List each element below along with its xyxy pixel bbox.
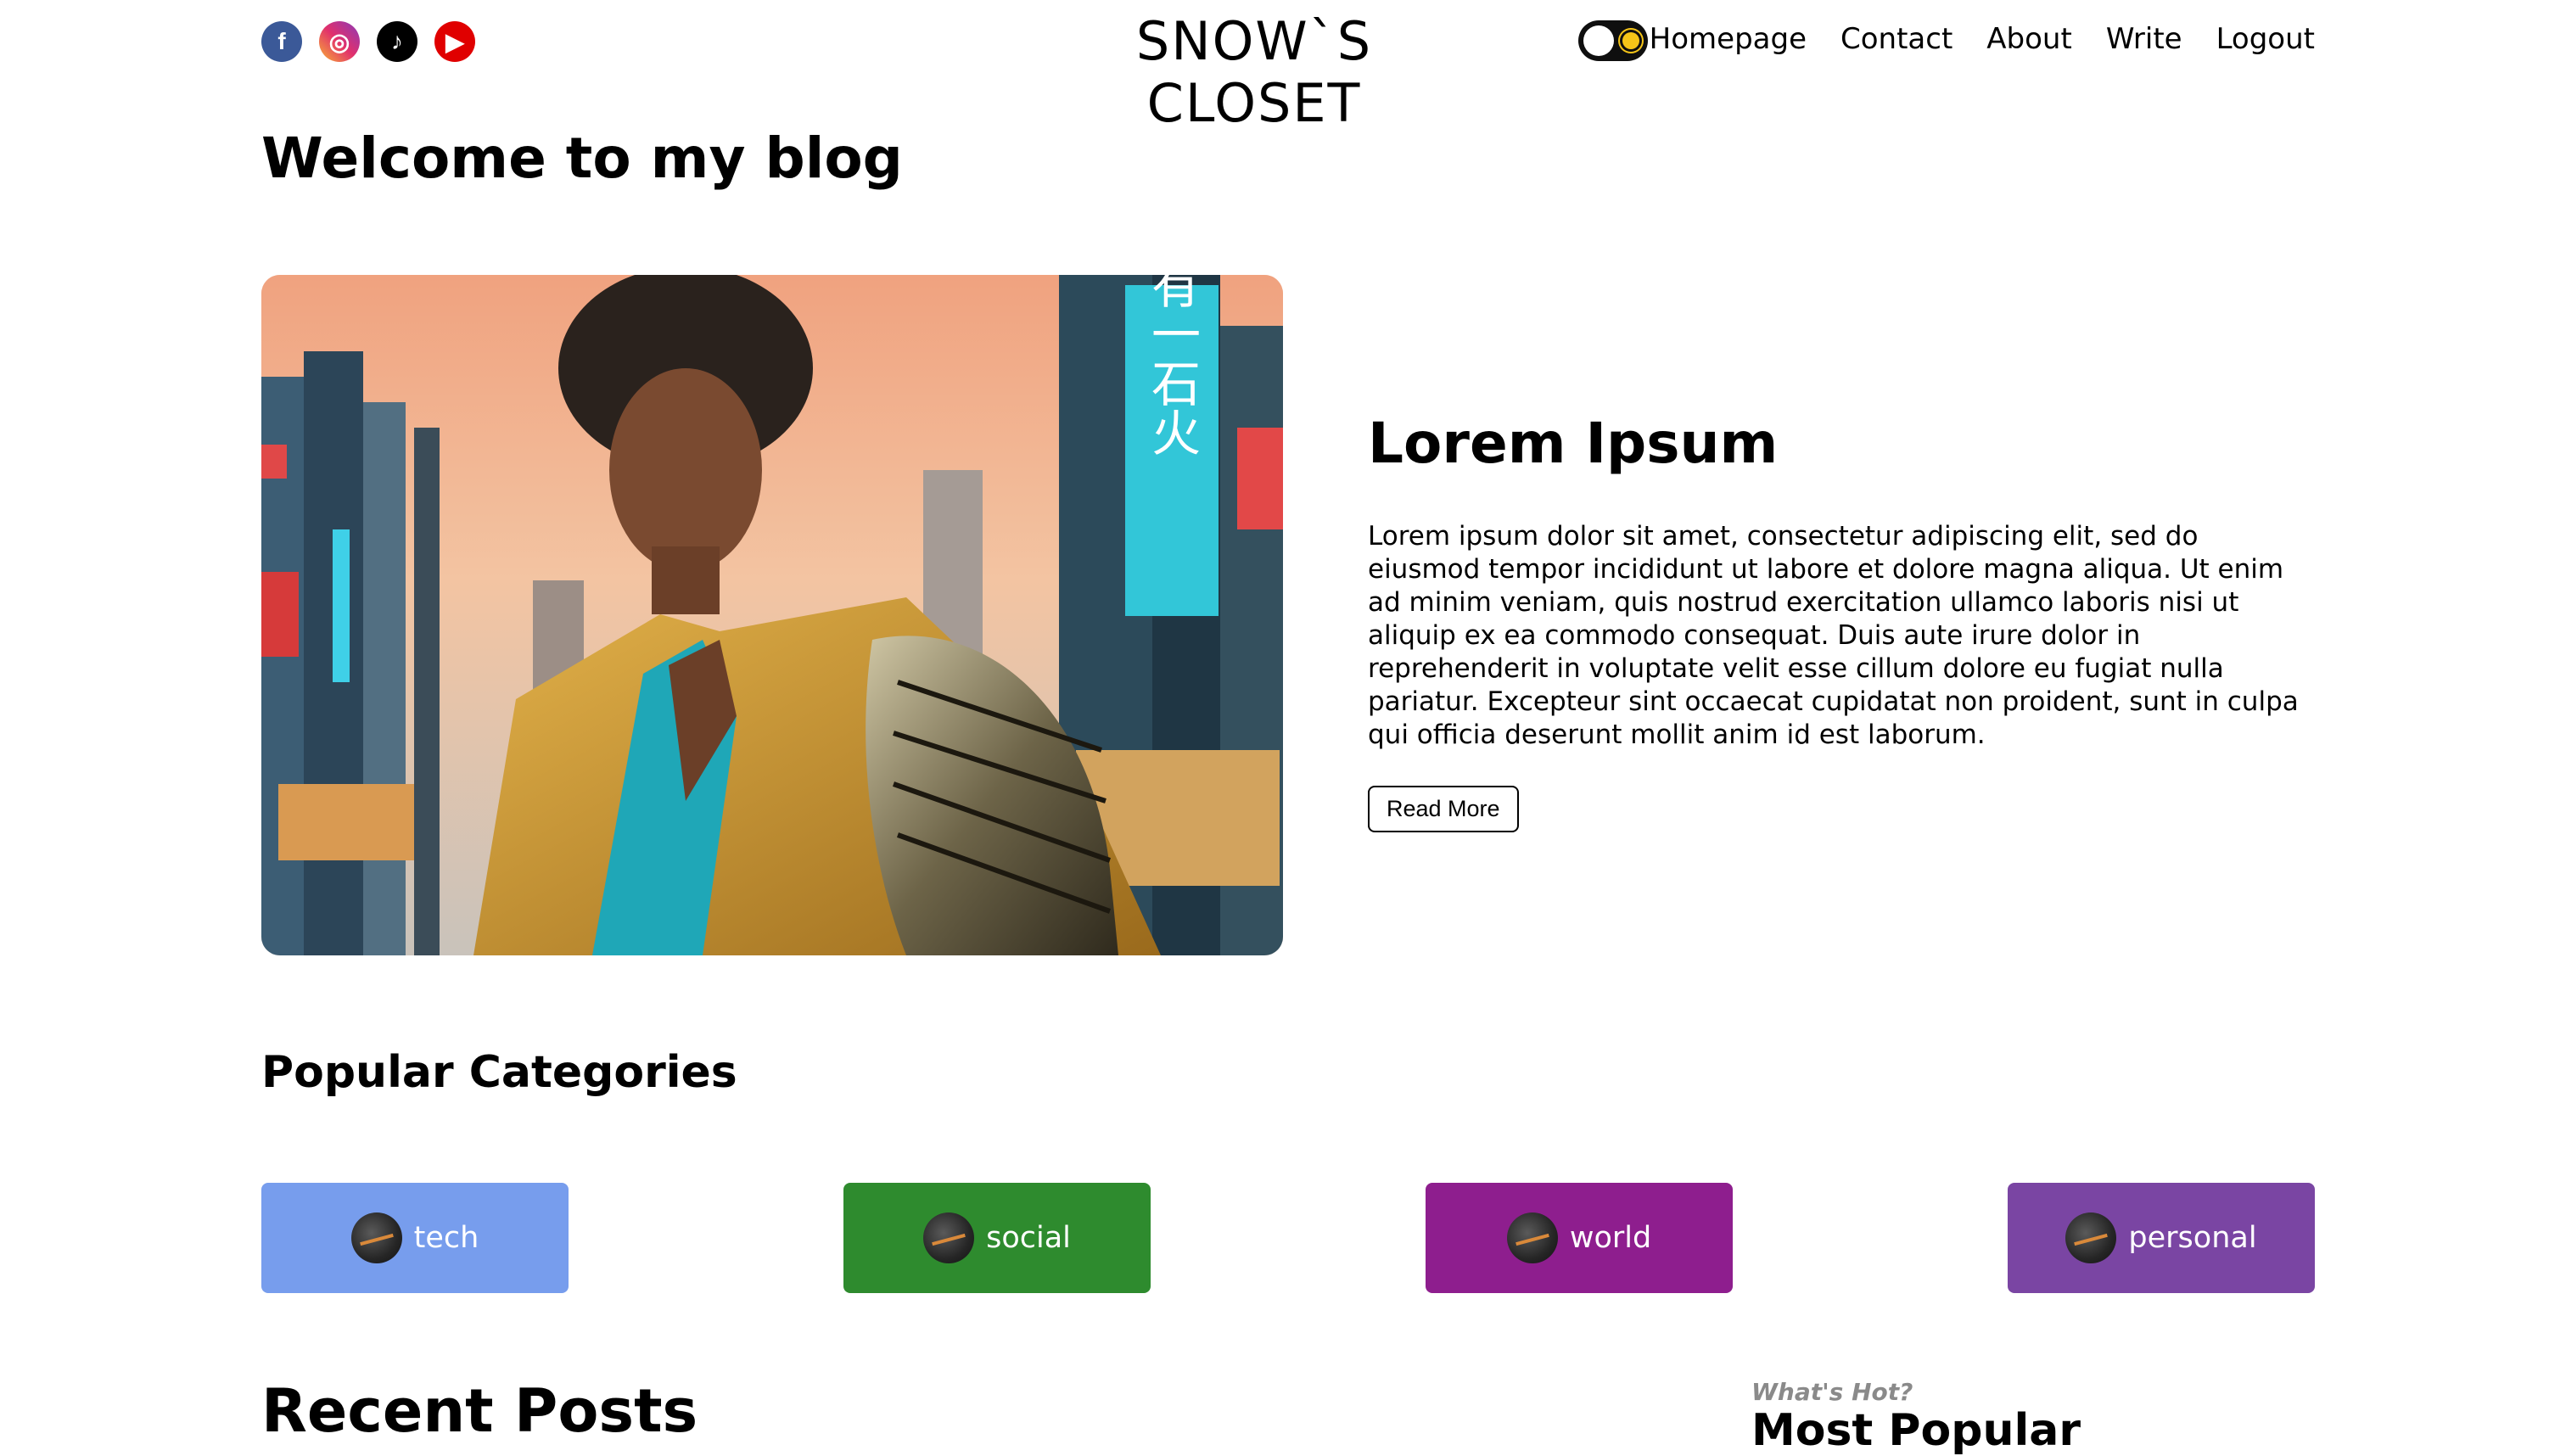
instagram-icon[interactable]: ◎ — [319, 21, 360, 62]
theme-toggle[interactable] — [1578, 20, 1648, 61]
featured-image[interactable]: 左文有一石火 — [261, 275, 1283, 955]
nav-links: Homepage Contact About Write Logout — [1650, 22, 2315, 56]
navbar: f ◎ ♪ ▶ SNOW`S CLOSET Homepage Contact A… — [261, 0, 2315, 134]
featured-illustration: 左文有一石火 — [261, 275, 1283, 955]
nav-link-about[interactable]: About — [1986, 22, 2072, 56]
site-logo[interactable]: SNOW`S CLOSET — [1025, 10, 1483, 134]
category-social[interactable]: social — [843, 1183, 1151, 1293]
page-container: f ◎ ♪ ▶ SNOW`S CLOSET Homepage Contact A… — [261, 0, 2315, 1456]
featured-post: Lorem Ipsum Lorem ipsum dolor sit amet, … — [1368, 411, 2315, 832]
youtube-icon[interactable]: ▶ — [434, 21, 475, 62]
category-label: tech — [413, 1221, 479, 1255]
popular-categories-heading: Popular Categories — [261, 1047, 737, 1098]
category-personal[interactable]: personal — [2008, 1183, 2315, 1293]
tiktok-icon[interactable]: ♪ — [377, 21, 417, 62]
category-thumbnail — [923, 1212, 975, 1263]
category-thumbnail — [350, 1212, 402, 1263]
read-more-button[interactable]: Read More — [1368, 786, 1519, 832]
nav-link-homepage[interactable]: Homepage — [1650, 22, 1807, 56]
featured-post-title[interactable]: Lorem Ipsum — [1368, 411, 2315, 476]
sun-icon — [1622, 32, 1639, 49]
most-popular-title: Most Popular — [1751, 1405, 2081, 1456]
whats-hot-subtitle: What's Hot? — [1751, 1378, 1913, 1406]
category-thumbnail — [2065, 1212, 2117, 1263]
welcome-title: Welcome to my blog — [261, 126, 903, 191]
category-world[interactable]: world — [1426, 1183, 1733, 1293]
featured-post-description: Lorem ipsum dolor sit amet, consectetur … — [1368, 521, 2299, 750]
facebook-icon[interactable]: f — [261, 21, 302, 62]
recent-posts-heading: Recent Posts — [261, 1376, 698, 1446]
category-label: personal — [2128, 1221, 2257, 1255]
category-label: world — [1569, 1221, 1652, 1255]
category-label: social — [986, 1221, 1071, 1255]
nav-link-logout[interactable]: Logout — [2216, 22, 2315, 56]
category-list: tech social world personal — [261, 1183, 2315, 1293]
nav-link-contact[interactable]: Contact — [1840, 22, 1953, 56]
category-thumbnail — [1506, 1212, 1558, 1263]
toggle-knob — [1583, 25, 1614, 56]
category-tech[interactable]: tech — [261, 1183, 569, 1293]
sign-text: 左文有一石火 — [1143, 275, 1201, 456]
social-links: f ◎ ♪ ▶ — [261, 21, 475, 62]
nav-link-write[interactable]: Write — [2106, 22, 2182, 56]
